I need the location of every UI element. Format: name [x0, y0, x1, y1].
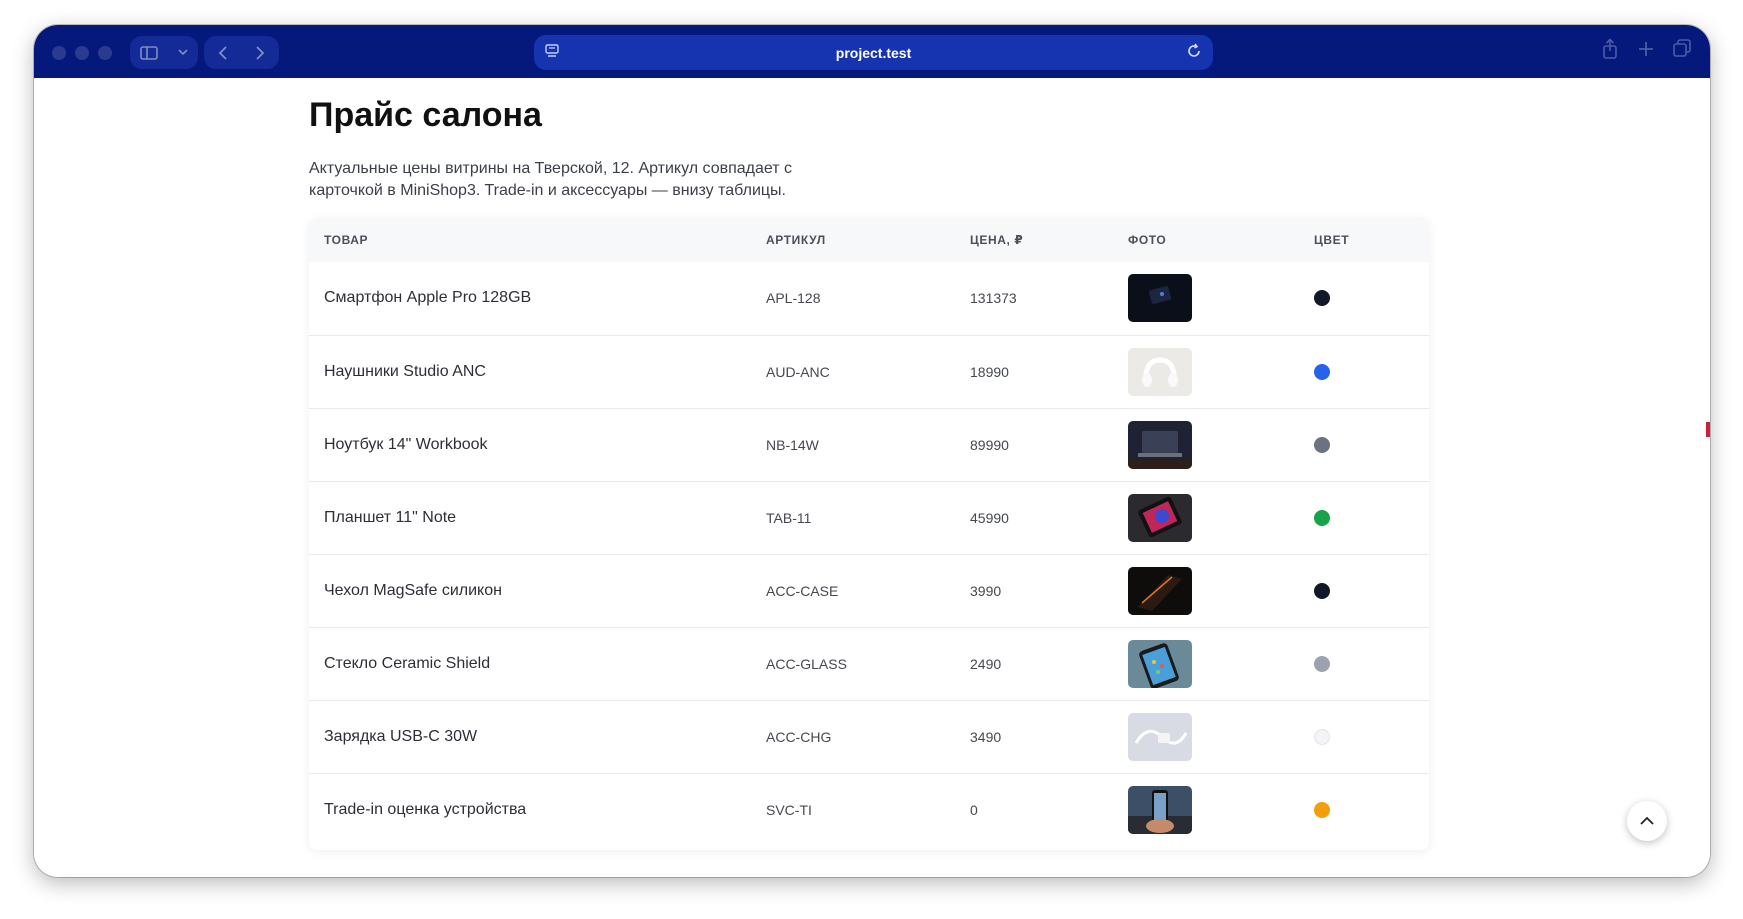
- product-name: Смартфон Apple Pro 128GB: [324, 289, 532, 307]
- product-photo[interactable]: [1128, 712, 1192, 761]
- chevron-down-icon[interactable]: [178, 49, 188, 56]
- product-sku: TAB-11: [766, 509, 812, 526]
- close-window-button[interactable]: [52, 46, 66, 60]
- table-row[interactable]: Смартфон Apple Pro 128GB APL-128 131373: [309, 262, 1429, 335]
- product-name: Зарядка USB-C 30W: [324, 727, 478, 745]
- product-color-cell: [1299, 554, 1429, 627]
- table-row[interactable]: Наушники Studio ANC AUD-ANC 18990: [309, 335, 1429, 408]
- product-photo-cell: [1113, 335, 1299, 408]
- column-header-color: ЦВЕТ: [1314, 233, 1350, 247]
- product-name: Стекло Ceramic Shield: [324, 654, 491, 672]
- site-settings-icon[interactable]: [544, 43, 560, 59]
- plus-icon[interactable]: [1636, 38, 1656, 60]
- product-price: 45990: [970, 509, 1009, 526]
- column-header-price[interactable]: ЦЕНА, ₽: [955, 218, 1113, 262]
- product-name: Планшет 11" Note: [324, 508, 457, 526]
- price-table: ТОВАР АРТИКУЛ ЦЕНА, ₽ ФОТО ЦВЕТ Смартфон…: [309, 218, 1429, 846]
- product-price: 2490: [970, 655, 1002, 672]
- color-swatch: [1314, 363, 1330, 380]
- product-price: 3990: [970, 582, 1002, 599]
- product-price: 3490: [970, 728, 1002, 745]
- table-row[interactable]: Trade-in оценка устройства SVC-TI 0: [309, 773, 1429, 846]
- product-color-cell: [1299, 335, 1429, 408]
- product-photo[interactable]: [1128, 274, 1192, 323]
- product-sku: ACC-GLASS: [766, 655, 847, 672]
- product-price: 131373: [970, 290, 1017, 307]
- product-color-cell: [1299, 262, 1429, 335]
- product-photo-cell: [1113, 481, 1299, 554]
- color-swatch: [1314, 290, 1330, 307]
- browser-window: project.test Прайс салона Актуальные цен…: [34, 25, 1710, 877]
- sidebar-toggle[interactable]: [130, 36, 198, 69]
- table-row[interactable]: Ноутбук 14" Workbook NB-14W 89990: [309, 408, 1429, 481]
- product-photo-cell: [1113, 408, 1299, 481]
- browser-toolbar: project.test: [34, 25, 1710, 78]
- arrow-up-icon: [1640, 816, 1654, 825]
- zoom-window-button[interactable]: [98, 46, 112, 60]
- table-row[interactable]: Планшет 11" Note TAB-11 45990: [309, 481, 1429, 554]
- window-controls: [52, 46, 112, 60]
- product-name: Ноутбук 14" Workbook: [324, 435, 488, 453]
- product-photo[interactable]: [1128, 639, 1192, 688]
- scroll-to-top-button[interactable]: [1627, 801, 1667, 841]
- product-color-cell: [1299, 481, 1429, 554]
- forward-icon[interactable]: [255, 45, 265, 60]
- color-swatch: [1314, 728, 1330, 745]
- product-photo-cell: [1113, 262, 1299, 335]
- product-photo[interactable]: [1128, 566, 1192, 615]
- product-sku: APL-128: [766, 290, 821, 307]
- price-table-card: ТОВАР АРТИКУЛ ЦЕНА, ₽ ФОТО ЦВЕТ Смартфон…: [309, 218, 1429, 850]
- product-name: Наушники Studio ANC: [324, 362, 486, 380]
- product-color-cell: [1299, 627, 1429, 700]
- product-photo-cell: [1113, 700, 1299, 773]
- address-bar[interactable]: project.test: [534, 35, 1213, 70]
- product-photo[interactable]: [1128, 347, 1192, 396]
- product-photo-cell: [1113, 773, 1299, 846]
- product-price: 18990: [970, 363, 1009, 380]
- product-sku: SVC-TI: [766, 801, 812, 818]
- back-icon[interactable]: [218, 45, 228, 60]
- color-swatch: [1314, 801, 1330, 818]
- product-photo[interactable]: [1128, 785, 1192, 834]
- product-price: 0: [970, 801, 978, 818]
- product-color-cell: [1299, 700, 1429, 773]
- product-photo[interactable]: [1128, 493, 1192, 542]
- scroll-indicator: [1706, 422, 1710, 437]
- table-row[interactable]: Чехол MagSafe силикон ACC-CASE 3990: [309, 554, 1429, 627]
- table-header-row: ТОВАР АРТИКУЛ ЦЕНА, ₽ ФОТО ЦВЕТ: [309, 218, 1429, 262]
- table-row[interactable]: Зарядка USB-C 30W ACC-CHG 3490: [309, 700, 1429, 773]
- table-row[interactable]: Стекло Ceramic Shield ACC-GLASS 2490: [309, 627, 1429, 700]
- page-title: Прайс салона: [309, 96, 542, 134]
- product-price: 89990: [970, 436, 1009, 453]
- share-icon[interactable]: [1600, 38, 1620, 60]
- navigation-buttons: [204, 36, 279, 69]
- page-content: Прайс салона Актуальные цены витрины на …: [34, 78, 1710, 877]
- page-description: Актуальные цены витрины на Тверской, 12.…: [309, 160, 793, 199]
- product-sku: ACC-CHG: [766, 728, 832, 745]
- color-swatch: [1314, 436, 1330, 453]
- product-name: Trade-in оценка устройства: [324, 800, 527, 818]
- url-text: project.test: [835, 44, 912, 61]
- toolbar-actions: [1600, 38, 1692, 60]
- column-header-product[interactable]: ТОВАР: [309, 218, 751, 262]
- color-swatch: [1314, 655, 1330, 672]
- column-header-photo: ФОТО: [1128, 233, 1167, 247]
- color-swatch: [1314, 509, 1330, 526]
- sidebar-icon: [140, 45, 158, 60]
- product-color-cell: [1299, 773, 1429, 846]
- product-photo-cell: [1113, 627, 1299, 700]
- color-swatch: [1314, 582, 1330, 599]
- product-sku: AUD-ANC: [766, 363, 830, 380]
- product-name: Чехол MagSafe силикон: [324, 581, 502, 599]
- product-sku: ACC-CASE: [766, 582, 839, 599]
- product-photo[interactable]: [1128, 420, 1192, 469]
- tabs-overview-icon[interactable]: [1672, 38, 1692, 60]
- product-photo-cell: [1113, 554, 1299, 627]
- minimize-window-button[interactable]: [75, 46, 89, 60]
- reload-icon[interactable]: [1185, 42, 1203, 60]
- product-sku: NB-14W: [766, 436, 819, 453]
- product-color-cell: [1299, 408, 1429, 481]
- column-header-sku[interactable]: АРТИКУЛ: [751, 218, 955, 262]
